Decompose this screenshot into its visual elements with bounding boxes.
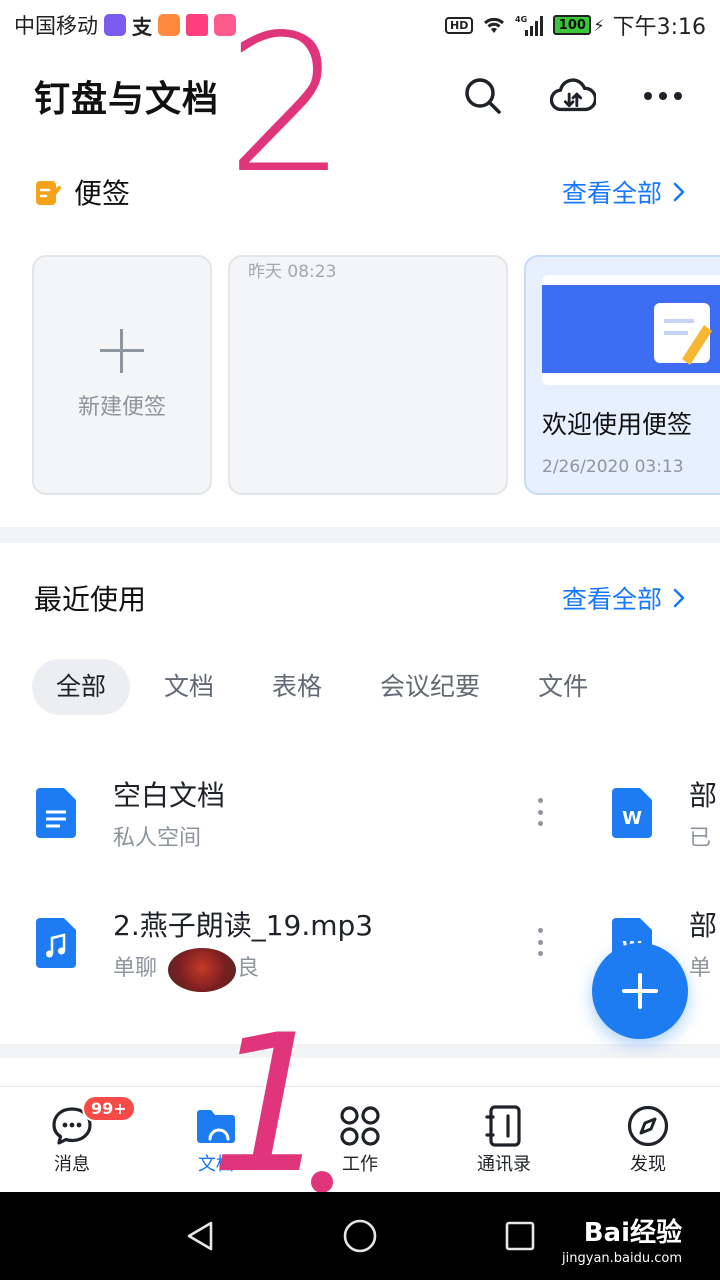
- cloud-sync-button[interactable]: [550, 73, 596, 119]
- signal-icon: 4G: [515, 15, 544, 36]
- hd-icon: HD: [445, 16, 474, 34]
- tab-sheets[interactable]: 表格: [248, 659, 346, 715]
- alipay-notification-icon: 支: [132, 14, 152, 39]
- note-banner-image: [542, 275, 720, 385]
- search-icon: [465, 78, 501, 114]
- file-name: 部: [689, 909, 718, 942]
- recent-filter-tabs: 全部 文档 表格 会议纪要 文件: [32, 658, 622, 716]
- plus-icon: [622, 973, 658, 1009]
- app-notification-icon: [158, 14, 180, 36]
- nav-item-messages[interactable]: 消息 99+: [0, 1087, 144, 1192]
- svg-text:4G: 4G: [515, 15, 527, 24]
- page-title: 钉盘与文档: [34, 79, 220, 120]
- file-more-button[interactable]: [526, 922, 554, 962]
- grid-icon: [338, 1104, 382, 1148]
- battery-level: 100: [553, 15, 592, 35]
- note-card[interactable]: 昨天 08:23: [228, 255, 508, 495]
- file-name: 空白文档: [113, 779, 226, 812]
- wifi-icon: [484, 17, 505, 33]
- notes-section-header: 便签 查看全部: [0, 170, 720, 214]
- file-location: 已: [689, 826, 712, 851]
- bottom-nav: 消息 99+ 文档 工作 通讯录 发现: [0, 1086, 720, 1192]
- note-banner-art: [542, 285, 720, 373]
- annotation-number-2: 2: [226, 0, 347, 215]
- header-actions: [460, 73, 686, 119]
- video-notification-icon: [186, 14, 208, 36]
- recents-icon[interactable]: [503, 1219, 537, 1253]
- note-date: 2/26/2020 03:13: [542, 457, 684, 477]
- app-header: 钉盘与文档: [0, 56, 720, 136]
- view-all-label: 查看全部: [561, 179, 662, 208]
- clock: 下午3:16: [612, 15, 706, 40]
- cloud-sync-icon: [550, 78, 596, 112]
- file-name: 部: [689, 779, 718, 812]
- nav-label: 发现: [630, 1153, 666, 1175]
- music-icon: [36, 918, 76, 968]
- doc-icon: [36, 788, 76, 838]
- status-right: HD 4G 100 ⚡ 下午3:16: [445, 9, 706, 41]
- redacted-avatar: [168, 948, 236, 992]
- notes-title: 便签: [74, 177, 131, 210]
- carrier-label: 中国移动: [14, 14, 98, 38]
- charging-icon: ⚡: [593, 15, 605, 35]
- back-icon[interactable]: [183, 1219, 217, 1253]
- battery-indicator: 100 ⚡: [553, 15, 605, 35]
- tab-docs[interactable]: 文档: [140, 659, 238, 715]
- chevron-right-icon: [673, 182, 685, 202]
- unread-badge: 99+: [82, 1095, 136, 1122]
- search-button[interactable]: [460, 73, 506, 119]
- svg-text:W: W: [622, 808, 642, 829]
- nav-label: 通讯录: [477, 1153, 531, 1175]
- notes-view-all-link[interactable]: 查看全部: [562, 174, 686, 210]
- new-note-label: 新建便签: [77, 395, 166, 420]
- recent-view-all-link[interactable]: 查看全部: [562, 580, 686, 616]
- nav-item-discover[interactable]: 发现: [576, 1087, 720, 1192]
- status-left: 中国移动 支: [14, 10, 236, 40]
- watermark-url: jingyan.baidu.com: [562, 1251, 682, 1266]
- sender-name-suffix: 良: [237, 956, 260, 981]
- note-title: 欢迎使用便签: [542, 410, 693, 439]
- tab-files[interactable]: 文件: [514, 659, 612, 715]
- more-button[interactable]: [640, 73, 686, 119]
- recent-title: 最近使用: [34, 583, 147, 616]
- welcome-note-card[interactable]: 欢迎使用便签 2/26/2020 03:13: [524, 255, 720, 495]
- home-icon[interactable]: [342, 1218, 378, 1254]
- watermark: Bai经验 jingyan.baidu.com: [562, 1212, 682, 1266]
- tab-meeting-notes[interactable]: 会议纪要: [356, 659, 504, 715]
- chat-type-label: 单聊: [113, 956, 158, 981]
- app-notification-icon: [104, 14, 126, 36]
- annotation-dot: [311, 1171, 333, 1193]
- file-name: 2.燕子朗读_19.mp3: [113, 909, 374, 942]
- recent-section-header: 最近使用 查看全部: [0, 576, 720, 620]
- nav-item-contacts[interactable]: 通讯录: [432, 1087, 576, 1192]
- chevron-right-icon: [673, 588, 685, 608]
- note-illustration-icon: [542, 285, 720, 373]
- file-location: 单: [689, 956, 712, 981]
- word-icon: W: [612, 788, 652, 838]
- new-note-card[interactable]: 新建便签: [32, 255, 212, 495]
- watermark-brand: Bai经验: [583, 1218, 682, 1248]
- annotation-number-1: 1: [210, 994, 331, 1215]
- nav-label: 工作: [342, 1153, 378, 1175]
- plus-icon: [100, 329, 144, 373]
- compass-icon: [626, 1104, 670, 1148]
- note-icon: [36, 181, 61, 205]
- section-divider: [0, 1044, 720, 1058]
- tab-all[interactable]: 全部: [32, 659, 131, 715]
- file-more-button[interactable]: [526, 792, 554, 832]
- view-all-label: 查看全部: [561, 585, 662, 614]
- file-location: 私人空间: [113, 826, 202, 851]
- create-fab-button[interactable]: [592, 943, 688, 1039]
- status-bar: 中国移动 支 HD 4G 100 ⚡ 下午3:16: [0, 0, 720, 50]
- notes-carousel[interactable]: 新建便签 昨天 08:23 欢迎使用便签 2/26/2020 03:13: [32, 255, 720, 495]
- more-icon: [644, 92, 682, 100]
- note-timestamp: 昨天 08:23: [248, 262, 337, 282]
- section-divider: [0, 527, 720, 543]
- contacts-icon: [482, 1104, 526, 1148]
- list-item[interactable]: 空白文档 私人空间 W 部 已: [0, 740, 720, 870]
- nav-label: 消息: [54, 1153, 90, 1175]
